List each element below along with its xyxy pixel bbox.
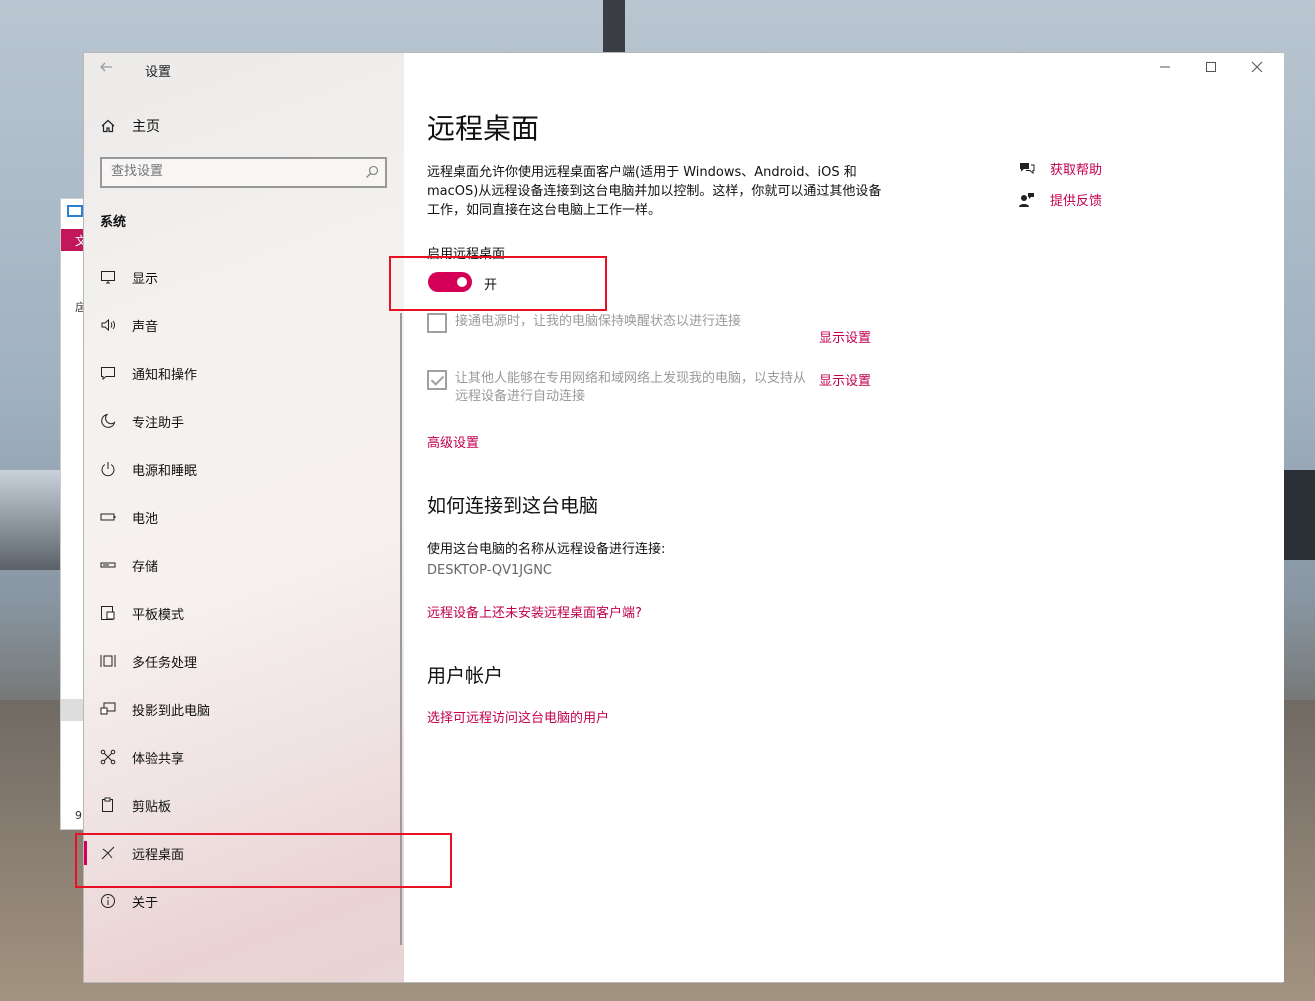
background-window-text: 9 <box>75 809 82 822</box>
close-button[interactable] <box>1234 53 1280 85</box>
feedback-link[interactable]: 提供反馈 <box>1018 184 1102 215</box>
sidebar-item-label: 关于 <box>132 895 159 911</box>
sidebar-item-focus-assist[interactable]: 专注助手 <box>84 397 404 445</box>
page-title: 远程桌面 <box>427 112 540 145</box>
power-icon <box>101 462 115 477</box>
home-link[interactable]: 主页 <box>100 115 160 137</box>
section-label: 系统 <box>100 215 127 230</box>
sidebar-item-battery[interactable]: 电池 <box>84 493 404 541</box>
clipboard-icon <box>102 797 113 812</box>
monitor-icon <box>101 271 115 284</box>
maximize-icon <box>1206 62 1216 72</box>
back-button[interactable] <box>98 59 120 81</box>
project-icon <box>100 702 116 715</box>
search-box[interactable] <box>100 157 387 188</box>
tablet-icon <box>101 606 115 620</box>
sidebar-item-storage[interactable]: 存储 <box>84 541 404 589</box>
sidebar-item-label: 电源和睡眠 <box>132 463 198 479</box>
battery-icon <box>100 513 116 521</box>
pc-name: DESKTOP-QV1JGNC <box>427 563 552 578</box>
arrow-left-icon <box>100 62 112 72</box>
sidebar-item-clipboard[interactable]: 剪贴板 <box>84 781 404 829</box>
sidebar-nav: 显示 声音 通知和操作 专注助手 电源和睡眠 电池 存储 平板模式 多任务处理 … <box>84 253 404 925</box>
sidebar-item-power[interactable]: 电源和睡眠 <box>84 445 404 493</box>
minimize-icon <box>1160 66 1170 68</box>
keep-awake-text: 接通电源时，让我的电脑保持唤醒状态以进行连接 <box>455 314 742 329</box>
desktop-background-detail <box>603 0 625 52</box>
sidebar-item-project[interactable]: 投影到此电脑 <box>84 685 404 733</box>
sidebar-item-label: 远程桌面 <box>132 847 185 863</box>
how-to-connect-heading: 如何连接到这台电脑 <box>427 495 599 517</box>
minimize-button[interactable] <box>1142 53 1188 85</box>
window-title: 设置 <box>145 65 172 80</box>
maximize-button[interactable] <box>1188 53 1234 85</box>
home-label: 主页 <box>132 119 160 135</box>
speaker-icon <box>101 318 115 332</box>
moon-icon <box>101 413 116 428</box>
feedback-icon <box>1019 192 1034 207</box>
install-client-link[interactable]: 远程设备上还未安装远程桌面客户端? <box>427 602 642 621</box>
sidebar-item-multitasking[interactable]: 多任务处理 <box>84 637 404 685</box>
sidebar-item-label: 剪贴板 <box>132 799 172 815</box>
chat-help-icon <box>1020 162 1035 174</box>
toggle-state-label: 开 <box>484 278 498 293</box>
desktop-background-detail <box>1283 470 1315 560</box>
home-icon <box>101 119 115 133</box>
help-links: 获取帮助 提供反馈 <box>1018 153 1102 215</box>
sidebar-item-display[interactable]: 显示 <box>84 253 404 301</box>
page-description: 远程桌面允许你使用远程桌面客户端(适用于 Windows、Android、iOS… <box>427 165 882 218</box>
sidebar-item-about[interactable]: 关于 <box>84 877 404 925</box>
sidebar-item-label: 平板模式 <box>132 607 185 623</box>
sidebar-item-label: 投影到此电脑 <box>132 703 211 719</box>
multitask-icon <box>100 655 116 667</box>
sidebar-item-tablet-mode[interactable]: 平板模式 <box>84 589 404 637</box>
sidebar-item-notifications[interactable]: 通知和操作 <box>84 349 404 397</box>
info-icon <box>101 894 115 908</box>
sidebar-item-label: 显示 <box>132 271 159 287</box>
discoverable-text: 让其他人能够在专用网络和域网络上发现我的电脑，以支持从远程设备进行自动连接 <box>455 371 807 404</box>
storage-icon <box>100 562 116 568</box>
option-keep-awake: 接通电源时，让我的电脑保持唤醒状态以进行连接 <box>427 313 809 333</box>
sidebar-item-label: 通知和操作 <box>132 367 198 383</box>
sidebar-item-label: 多任务处理 <box>132 655 198 671</box>
settings-window: 设置 主页 系统 显示 声音 通知和操作 专注 <box>83 52 1284 983</box>
show-settings-link-2[interactable]: 显示设置 <box>819 370 871 389</box>
enable-remote-desktop-label: 启用远程桌面 <box>427 247 506 262</box>
keep-awake-checkbox[interactable] <box>427 313 447 333</box>
notification-icon <box>101 367 115 381</box>
feedback-label: 提供反馈 <box>1050 194 1103 209</box>
select-users-link[interactable]: 选择可远程访问这台电脑的用户 <box>427 707 609 726</box>
sidebar-scrollbar[interactable] <box>400 313 402 945</box>
search-input[interactable] <box>102 159 352 184</box>
sidebar-item-label: 体验共享 <box>132 751 185 767</box>
content-pane: 远程桌面 远程桌面允许你使用远程桌面客户端(适用于 Windows、Androi… <box>404 53 1284 982</box>
sidebar: 设置 主页 系统 显示 声音 通知和操作 专注 <box>84 53 404 982</box>
user-accounts-heading: 用户帐户 <box>427 665 504 687</box>
remote-desktop-icon <box>101 846 115 860</box>
sidebar-item-label: 存储 <box>132 559 159 575</box>
get-help-link[interactable]: 获取帮助 <box>1018 153 1102 184</box>
show-settings-link-1[interactable]: 显示设置 <box>819 327 871 346</box>
share-icon <box>100 749 116 765</box>
sidebar-item-shared-experiences[interactable]: 体验共享 <box>84 733 404 781</box>
sidebar-item-remote-desktop[interactable]: 远程桌面 <box>84 829 404 877</box>
option-discoverable: 让其他人能够在专用网络和域网络上发现我的电脑，以支持从远程设备进行自动连接 <box>427 370 809 406</box>
sidebar-item-label: 专注助手 <box>132 415 185 431</box>
discoverable-checkbox[interactable] <box>427 370 447 390</box>
enable-remote-desktop-toggle[interactable] <box>428 272 472 292</box>
computer-icon <box>67 205 83 217</box>
close-icon <box>1251 61 1263 73</box>
search-icon[interactable] <box>365 165 379 179</box>
get-help-label: 获取帮助 <box>1050 163 1103 178</box>
how-to-connect-text: 使用这台电脑的名称从远程设备进行连接: <box>427 542 666 557</box>
sidebar-item-label: 电池 <box>132 511 159 527</box>
advanced-settings-link[interactable]: 高级设置 <box>427 432 479 451</box>
sidebar-item-label: 声音 <box>132 319 159 335</box>
desktop-background-detail <box>0 470 60 570</box>
sidebar-item-sound[interactable]: 声音 <box>84 301 404 349</box>
